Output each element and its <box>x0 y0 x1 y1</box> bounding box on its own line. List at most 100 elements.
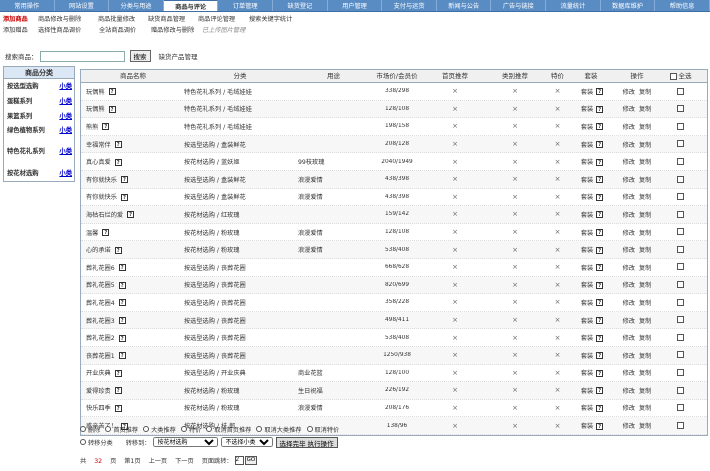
set-link[interactable]: 套装 <box>581 318 593 325</box>
copy-link[interactable]: 复制 <box>639 282 651 289</box>
page-prev-link[interactable]: 上一页 <box>149 456 168 465</box>
product-name[interactable]: 开业庆典 <box>86 370 111 377</box>
cross-icon[interactable]: × <box>555 158 561 166</box>
help-icon[interactable]: ? <box>596 352 604 360</box>
cross-icon[interactable]: × <box>452 334 458 342</box>
copy-link[interactable]: 复制 <box>639 106 651 113</box>
select-all-checkbox[interactable] <box>669 72 677 80</box>
subnav-link[interactable]: 全站商品调价 <box>99 26 136 36</box>
topnav-tab[interactable]: 数据库维护 <box>601 0 656 11</box>
cross-icon[interactable]: × <box>452 351 458 359</box>
edit-link[interactable]: 修改 <box>623 230 635 237</box>
cross-icon[interactable]: × <box>452 105 458 113</box>
help-icon[interactable]: ? <box>596 387 604 395</box>
category-sub-link[interactable]: 小类 <box>59 109 72 124</box>
radio-button[interactable] <box>180 426 187 432</box>
copy-link[interactable]: 复制 <box>639 265 651 272</box>
help-icon[interactable]: ? <box>114 158 122 166</box>
cross-icon[interactable]: × <box>555 404 561 412</box>
cross-icon[interactable]: × <box>555 193 561 201</box>
cross-icon[interactable]: × <box>512 246 518 254</box>
subnav-link[interactable]: 缺货商品管理 <box>148 15 185 25</box>
help-icon[interactable]: ? <box>118 352 126 360</box>
topnav-tab[interactable]: 分类与用途 <box>109 0 164 11</box>
help-icon[interactable]: ? <box>596 211 604 219</box>
cross-icon[interactable]: × <box>512 228 518 236</box>
radio-button[interactable] <box>105 426 112 432</box>
cross-icon[interactable]: × <box>555 228 561 236</box>
help-icon[interactable]: ? <box>114 404 122 412</box>
cross-icon[interactable]: × <box>555 263 561 271</box>
cross-icon[interactable]: × <box>555 246 561 254</box>
product-name[interactable]: 葬礼花圈5 <box>86 282 115 289</box>
product-name[interactable]: 真心真爱 <box>86 159 111 166</box>
cross-icon[interactable]: × <box>452 386 458 394</box>
help-icon[interactable]: ? <box>596 317 604 325</box>
edit-link[interactable]: 修改 <box>623 265 635 272</box>
cross-icon[interactable]: × <box>452 369 458 377</box>
subnav-link[interactable]: 添加商品 <box>3 15 28 25</box>
topnav-tab[interactable]: 支付与运货 <box>382 0 437 11</box>
cross-icon[interactable]: × <box>555 298 561 306</box>
cross-icon[interactable]: × <box>512 140 518 148</box>
set-link[interactable]: 套装 <box>581 142 593 149</box>
subnav-link[interactable]: 搜索关键字统计 <box>249 15 292 25</box>
cross-icon[interactable]: × <box>555 105 561 113</box>
topnav-tab[interactable]: 缺货登记 <box>273 0 328 11</box>
batch-action-option[interactable]: 大类推荐 <box>143 425 176 434</box>
help-icon[interactable]: ? <box>596 123 604 131</box>
product-name[interactable]: 葬礼花圈4 <box>86 300 115 307</box>
product-name[interactable]: 丧葬花圈1 <box>86 353 115 360</box>
help-icon[interactable]: ? <box>114 369 122 377</box>
edit-link[interactable]: 修改 <box>623 282 635 289</box>
row-checkbox[interactable] <box>677 87 684 95</box>
help-icon[interactable]: ? <box>120 193 128 201</box>
copy-link[interactable]: 复制 <box>639 318 651 325</box>
help-icon[interactable]: ? <box>127 211 135 219</box>
set-link[interactable]: 套装 <box>581 405 593 412</box>
cross-icon[interactable]: × <box>512 158 518 166</box>
cross-icon[interactable]: × <box>452 175 458 183</box>
edit-link[interactable]: 修改 <box>623 318 635 325</box>
copy-link[interactable]: 复制 <box>639 405 651 412</box>
page-jump-input[interactable] <box>234 455 244 465</box>
cross-icon[interactable]: × <box>452 281 458 289</box>
copy-link[interactable]: 复制 <box>639 212 651 219</box>
cross-icon[interactable]: × <box>555 140 561 148</box>
product-name[interactable]: 熊熊 <box>86 124 98 131</box>
help-icon[interactable]: ? <box>118 281 126 289</box>
product-name[interactable]: 爱得珍贵 <box>86 388 111 395</box>
cross-icon[interactable]: × <box>512 316 518 324</box>
help-icon[interactable]: ? <box>596 88 604 96</box>
product-name[interactable]: 幸福常伴 <box>86 142 111 149</box>
cross-icon[interactable]: × <box>512 404 518 412</box>
set-link[interactable]: 套装 <box>581 353 593 360</box>
cross-icon[interactable]: × <box>555 122 561 130</box>
help-icon[interactable]: ? <box>596 193 604 201</box>
row-checkbox[interactable] <box>677 175 684 183</box>
cross-icon[interactable]: × <box>452 316 458 324</box>
cross-icon[interactable]: × <box>512 281 518 289</box>
row-checkbox[interactable] <box>677 281 684 289</box>
product-name[interactable]: 快乐四季 <box>86 405 111 412</box>
cross-icon[interactable]: × <box>555 316 561 324</box>
set-link[interactable]: 套装 <box>581 247 593 254</box>
radio-button[interactable] <box>80 426 86 432</box>
help-icon[interactable]: ? <box>596 299 604 307</box>
product-name[interactable]: 有你就快乐 <box>86 177 117 184</box>
set-link[interactable]: 套装 <box>581 194 593 201</box>
cross-icon[interactable]: × <box>512 193 518 201</box>
cross-icon[interactable]: × <box>512 210 518 218</box>
cross-icon[interactable]: × <box>555 210 561 218</box>
help-icon[interactable]: ? <box>596 264 604 272</box>
radio-transfer-category[interactable]: 转移分类 <box>80 438 113 447</box>
row-checkbox[interactable] <box>677 298 684 306</box>
set-link[interactable]: 套装 <box>581 335 593 342</box>
product-name[interactable]: 有你就快乐 <box>86 194 117 201</box>
set-link[interactable]: 套装 <box>581 89 593 96</box>
product-name[interactable]: 海枯石烂的爱 <box>86 212 123 219</box>
set-link[interactable]: 套装 <box>581 212 593 219</box>
help-icon[interactable]: ? <box>120 176 128 184</box>
edit-link[interactable]: 修改 <box>623 335 635 342</box>
row-checkbox[interactable] <box>677 404 684 412</box>
